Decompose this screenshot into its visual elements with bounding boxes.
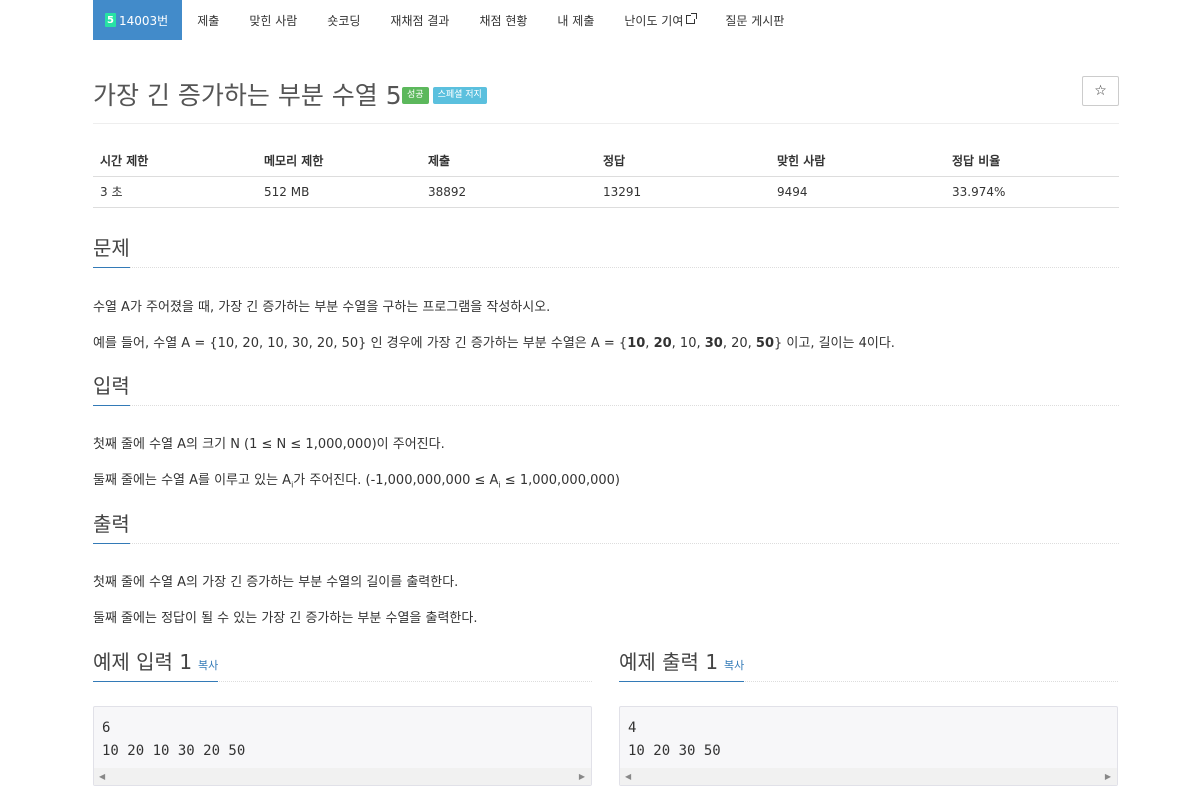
nav-short-coding[interactable]: 숏코딩 — [312, 0, 375, 40]
accepted-value: 13291 — [596, 176, 770, 208]
header-submissions: 제출 — [421, 146, 596, 177]
solved-users-value: 9494 — [770, 176, 945, 208]
scroll-left-icon[interactable]: ◀ — [625, 772, 631, 781]
sample-output-section-head: 예제 출력 1 복사 — [619, 650, 1118, 682]
tier-badge: 5 — [105, 13, 116, 27]
sample-output-text: 4 10 20 30 50 — [628, 720, 721, 759]
sample-input-text: 6 10 20 10 30 20 50 — [102, 720, 246, 759]
header-ratio: 정답 비율 — [945, 146, 1119, 177]
problem-badges: 성공 스페셜 저지 — [402, 87, 487, 104]
header-memory-limit: 메모리 제한 — [257, 146, 421, 177]
description-heading: 문제 — [93, 232, 130, 268]
sample-output-scrollbar[interactable]: ◀ ▶ — [620, 768, 1117, 785]
problem-info-table: 시간 제한 메모리 제한 제출 정답 맞힌 사람 정답 비율 3 초 512 M… — [93, 146, 1119, 208]
description-paragraph-1: 수열 A가 주어졌을 때, 가장 긴 증가하는 부분 수열을 구하는 프로그램을… — [93, 300, 551, 315]
title-row: 가장 긴 증가하는 부분 수열 5 성공 스페셜 저지 ☆ — [93, 72, 1119, 124]
favorite-star-button[interactable]: ☆ — [1082, 76, 1119, 106]
input-heading: 입력 — [93, 370, 130, 406]
scroll-left-icon[interactable]: ◀ — [99, 772, 105, 781]
memory-limit-value: 512 MB — [257, 176, 421, 208]
nav-submit[interactable]: 제출 — [182, 0, 234, 40]
nav-rejudge[interactable]: 재채점 결과 — [375, 0, 464, 40]
ratio-value: 33.974% — [945, 176, 1119, 208]
success-badge: 성공 — [402, 87, 429, 104]
scroll-right-icon[interactable]: ▶ — [579, 772, 585, 781]
sample-input-scrollbar[interactable]: ◀ ▶ — [94, 768, 591, 785]
submissions-value: 38892 — [421, 176, 596, 208]
output-section-head: 출력 — [93, 512, 1119, 544]
problem-nav: 5 14003번 제출 맞힌 사람 숏코딩 재채점 결과 채점 현황 내 제출 … — [93, 0, 799, 40]
sample-output-box[interactable]: 4 10 20 30 50 ◀ ▶ — [619, 706, 1118, 786]
sample-input-heading: 예제 입력 1 복사 — [93, 646, 219, 682]
nav-status[interactable]: 채점 현황 — [464, 0, 542, 40]
input-paragraph-1: 첫째 줄에 수열 A의 크기 N (1 ≤ N ≤ 1,000,000)이 주어… — [93, 437, 445, 452]
description-section-head: 문제 — [93, 236, 1119, 268]
copy-sample-output-link[interactable]: 복사 — [724, 659, 744, 672]
problem-id: 14003번 — [119, 13, 169, 28]
nav-solved-users[interactable]: 맞힌 사람 — [234, 0, 312, 40]
nav-my-submissions[interactable]: 내 제출 — [542, 0, 609, 40]
table-header-row: 시간 제한 메모리 제한 제출 정답 맞힌 사람 정답 비율 — [93, 146, 1119, 177]
output-paragraph-2: 둘째 줄에는 정답이 될 수 있는 가장 긴 증가하는 부분 수열을 출력한다. — [93, 611, 478, 626]
star-icon: ☆ — [1094, 83, 1107, 99]
table-row: 3 초 512 MB 38892 13291 9494 33.974% — [93, 176, 1119, 208]
description-paragraph-2: 예를 들어, 수열 A = {10, 20, 10, 30, 20, 50} 인… — [93, 336, 895, 351]
output-paragraph-1: 첫째 줄에 수열 A의 가장 긴 증가하는 부분 수열의 길이를 출력한다. — [93, 575, 459, 590]
external-link-icon — [686, 12, 698, 24]
header-time-limit: 시간 제한 — [93, 146, 257, 177]
nav-qna[interactable]: 질문 게시판 — [710, 0, 799, 40]
copy-sample-input-link[interactable]: 복사 — [198, 659, 218, 672]
header-accepted: 정답 — [596, 146, 770, 177]
nav-difficulty-label: 난이도 기여 — [624, 13, 684, 28]
special-judge-badge: 스페셜 저지 — [432, 87, 487, 104]
nav-problem-tab[interactable]: 5 14003번 — [93, 0, 183, 40]
page-title: 가장 긴 증가하는 부분 수열 5 — [93, 81, 402, 110]
sample-input-box[interactable]: 6 10 20 10 30 20 50 ◀ ▶ — [93, 706, 592, 786]
nav-difficulty[interactable]: 난이도 기여 — [609, 0, 710, 40]
header-solved-users: 맞힌 사람 — [770, 146, 945, 177]
input-section-head: 입력 — [93, 374, 1119, 406]
time-limit-value: 3 초 — [93, 176, 257, 208]
scroll-right-icon[interactable]: ▶ — [1105, 772, 1111, 781]
input-paragraph-2: 둘째 줄에는 수열 A를 이루고 있는 Ai가 주어진다. (-1,000,00… — [93, 473, 620, 490]
sample-output-heading: 예제 출력 1 복사 — [619, 646, 745, 682]
output-heading: 출력 — [93, 508, 130, 544]
sample-input-section-head: 예제 입력 1 복사 — [93, 650, 592, 682]
